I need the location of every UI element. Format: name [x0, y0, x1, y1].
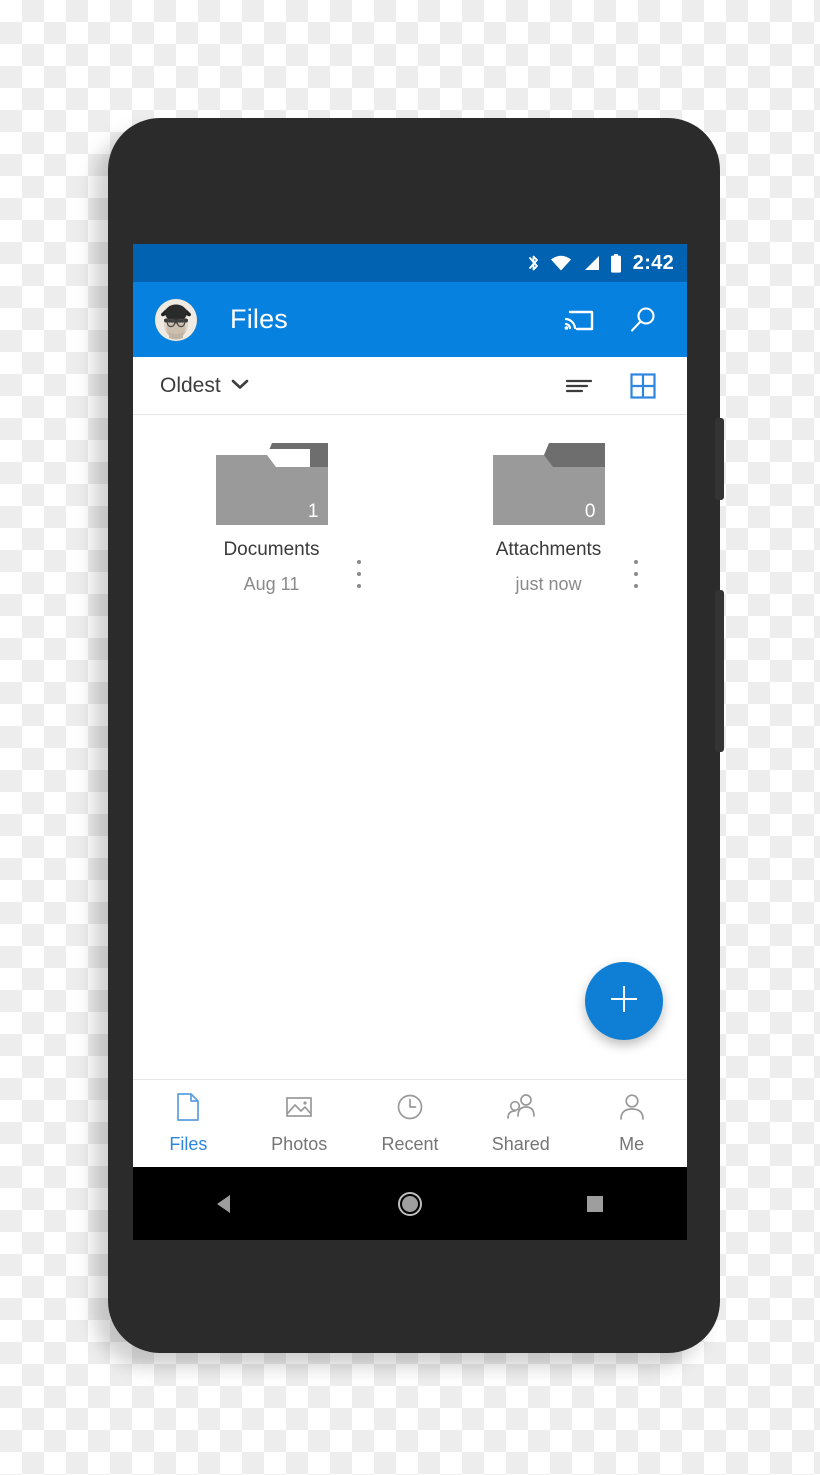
folder-icon-documents: 1	[215, 443, 328, 525]
volume-rocker-button[interactable]	[715, 590, 724, 752]
phone-device: 2:42 Files Oldest 1 Documents Aug 11 0 A…	[108, 118, 724, 1353]
search-icon[interactable]	[621, 298, 665, 342]
phone-screen: 2:42 Files Oldest 1 Documents Aug 11 0 A…	[133, 244, 687, 1167]
file-date: just now	[515, 574, 582, 594]
nav-item-shared[interactable]: Shared	[465, 1080, 576, 1167]
home-circle-icon[interactable]	[318, 1189, 503, 1219]
overflow-menu-icon[interactable]	[623, 557, 649, 591]
file-name: Documents	[223, 539, 320, 560]
bluetooth-icon	[526, 253, 541, 273]
cast-icon[interactable]	[557, 298, 601, 342]
back-triangle-icon[interactable]	[133, 1191, 318, 1217]
file-cell-attachments[interactable]: 0 Attachments just now	[410, 443, 687, 595]
sort-and-view-bar: Oldest	[133, 357, 687, 415]
page-title: Files	[230, 304, 289, 334]
nav-label: Shared	[491, 1134, 550, 1154]
android-navigation-bar	[133, 1167, 687, 1240]
sort-dropdown[interactable]: Oldest	[160, 374, 557, 398]
sort-dropdown-label: Oldest	[160, 373, 221, 397]
nav-label: Recent	[381, 1134, 439, 1154]
wifi-icon	[550, 253, 572, 273]
nav-item-photos[interactable]: Photos	[244, 1080, 355, 1167]
nav-item-me[interactable]: Me	[576, 1080, 687, 1167]
recents-square-icon[interactable]	[502, 1192, 687, 1216]
nav-label: Files	[169, 1134, 208, 1154]
file-cell-documents[interactable]: 1 Documents Aug 11	[133, 443, 410, 595]
power-button[interactable]	[715, 418, 724, 500]
clock-icon	[395, 1092, 425, 1127]
people-icon	[505, 1092, 537, 1127]
nav-item-files[interactable]: Files	[133, 1080, 244, 1167]
folder-item-count: 0	[584, 501, 596, 522]
overflow-menu-icon[interactable]	[346, 557, 372, 591]
status-bar-clock: 2:42	[632, 251, 674, 274]
chevron-down-icon	[231, 377, 249, 395]
status-bar: 2:42	[133, 244, 687, 282]
person-icon	[617, 1092, 647, 1127]
folder-icon-attachments: 0	[492, 443, 605, 525]
file-grid: 1 Documents Aug 11 0 Attachments just no…	[133, 415, 687, 595]
avatar[interactable]	[155, 298, 197, 341]
nav-item-recent[interactable]: Recent	[355, 1080, 466, 1167]
nav-label: Me	[619, 1134, 645, 1154]
add-button[interactable]	[585, 962, 663, 1040]
list-view-icon[interactable]	[557, 364, 601, 408]
cellular-signal-icon	[581, 253, 601, 273]
folder-item-count: 1	[307, 501, 319, 522]
file-date: Aug 11	[243, 574, 300, 594]
app-bar: Files	[133, 282, 687, 357]
document-icon	[175, 1092, 201, 1127]
bottom-navigation: Files Photos Recent Shared Me	[133, 1079, 687, 1167]
battery-icon	[610, 253, 622, 274]
photo-icon	[284, 1092, 314, 1127]
grid-view-icon[interactable]	[621, 364, 665, 408]
nav-label: Photos	[271, 1134, 328, 1154]
plus-icon	[607, 982, 641, 1021]
file-name: Attachments	[495, 539, 602, 560]
